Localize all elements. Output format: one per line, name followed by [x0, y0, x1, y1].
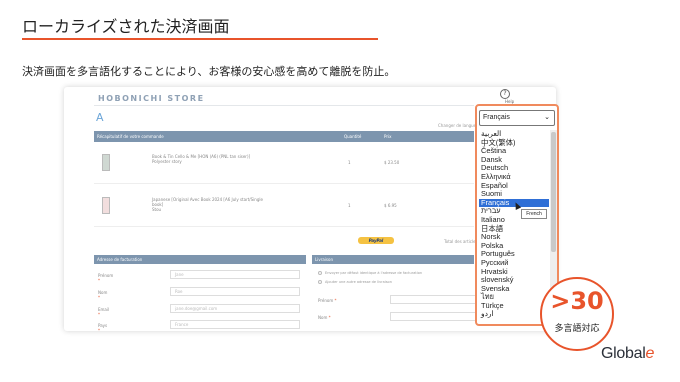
slide: ローカライズされた決済画面 決済画面を多言語化することにより、お客様の安心感を高… — [0, 0, 680, 382]
shipping-last-name-input[interactable] — [390, 312, 486, 321]
product-row: Japanese [Original Avec Book 2024 [A6 Ju… — [94, 185, 474, 227]
header-quantity: Quantité — [344, 134, 362, 139]
shipping-option-same[interactable]: Envoyer par défaut identique à l'adresse… — [318, 271, 422, 275]
header-price: Prix — [384, 134, 392, 139]
store-logo-icon: Α — [96, 111, 104, 124]
product-row: Book & Tin Cello & Me [HON (A6) (PNL tan… — [94, 142, 474, 184]
shipping-option-other[interactable]: Ajouter une autre adresse de livraison — [318, 280, 392, 284]
shipping-first-name-input[interactable] — [390, 295, 486, 304]
radio-icon — [318, 271, 322, 275]
shipping-field-last-name: Nom * — [318, 312, 486, 321]
product-name: Book & Tin Cello & Me [HON (A6) (PNL tan… — [152, 154, 251, 164]
title-underline — [22, 38, 378, 40]
scrollbar-thumb[interactable] — [551, 132, 556, 252]
shipping-header: Livraison — [312, 255, 474, 264]
chevron-down-icon: ⌄ — [544, 114, 550, 121]
slide-title: ローカライズされた決済画面 — [22, 17, 230, 36]
paypal-button[interactable]: PayPal — [358, 237, 394, 244]
store-name: HOBONICHI STORE — [98, 94, 205, 103]
help-icon[interactable]: ? — [500, 89, 510, 99]
total-label: Total des articles — [444, 239, 478, 244]
product-thumbnail — [102, 154, 110, 171]
option-tooltip: French — [521, 209, 547, 219]
language-count-badge: >30 多言語対応 — [540, 277, 614, 351]
product-name: Japanese [Original Avec Book 2024 [A6 Ju… — [152, 197, 263, 212]
badge-count: >30 — [550, 287, 604, 315]
product-thumbnail — [102, 197, 110, 214]
store-divider — [94, 105, 474, 106]
product-quantity: 1 — [348, 203, 351, 208]
language-option[interactable]: اردو — [479, 310, 549, 319]
first-name-input[interactable]: Jane — [170, 270, 300, 279]
slide-subtitle: 決済画面を多言語化することにより、お客様の安心感を高めて離脱を防止。 — [22, 65, 396, 78]
header-summary: Récapitulatif de votre commande — [97, 134, 164, 139]
last-name-input[interactable]: Roe — [170, 287, 300, 296]
billing-header: Adresse de facturation — [94, 255, 306, 264]
email-input[interactable]: jane.doe@gmail.com — [170, 304, 300, 313]
language-select[interactable]: Français ⌄ — [479, 110, 555, 126]
product-price: $ 6.95 — [384, 203, 397, 208]
language-hint: Changer de langue — [438, 123, 477, 128]
order-table-header: Récapitulatif de votre commande Quantité… — [94, 131, 474, 142]
badge-caption: 多言語対応 — [554, 324, 600, 334]
language-options: العربية 中文(繁体) Čeština Dansk Deutsch Ελληνικά… — [479, 129, 549, 319]
brand-logo: Globale — [601, 345, 655, 362]
product-quantity: 1 — [348, 160, 351, 165]
country-select[interactable]: France — [170, 320, 300, 329]
shipping-field-first-name: Prénom * — [318, 295, 486, 304]
radio-icon — [318, 280, 322, 284]
product-price: $ 23.50 — [384, 160, 400, 165]
